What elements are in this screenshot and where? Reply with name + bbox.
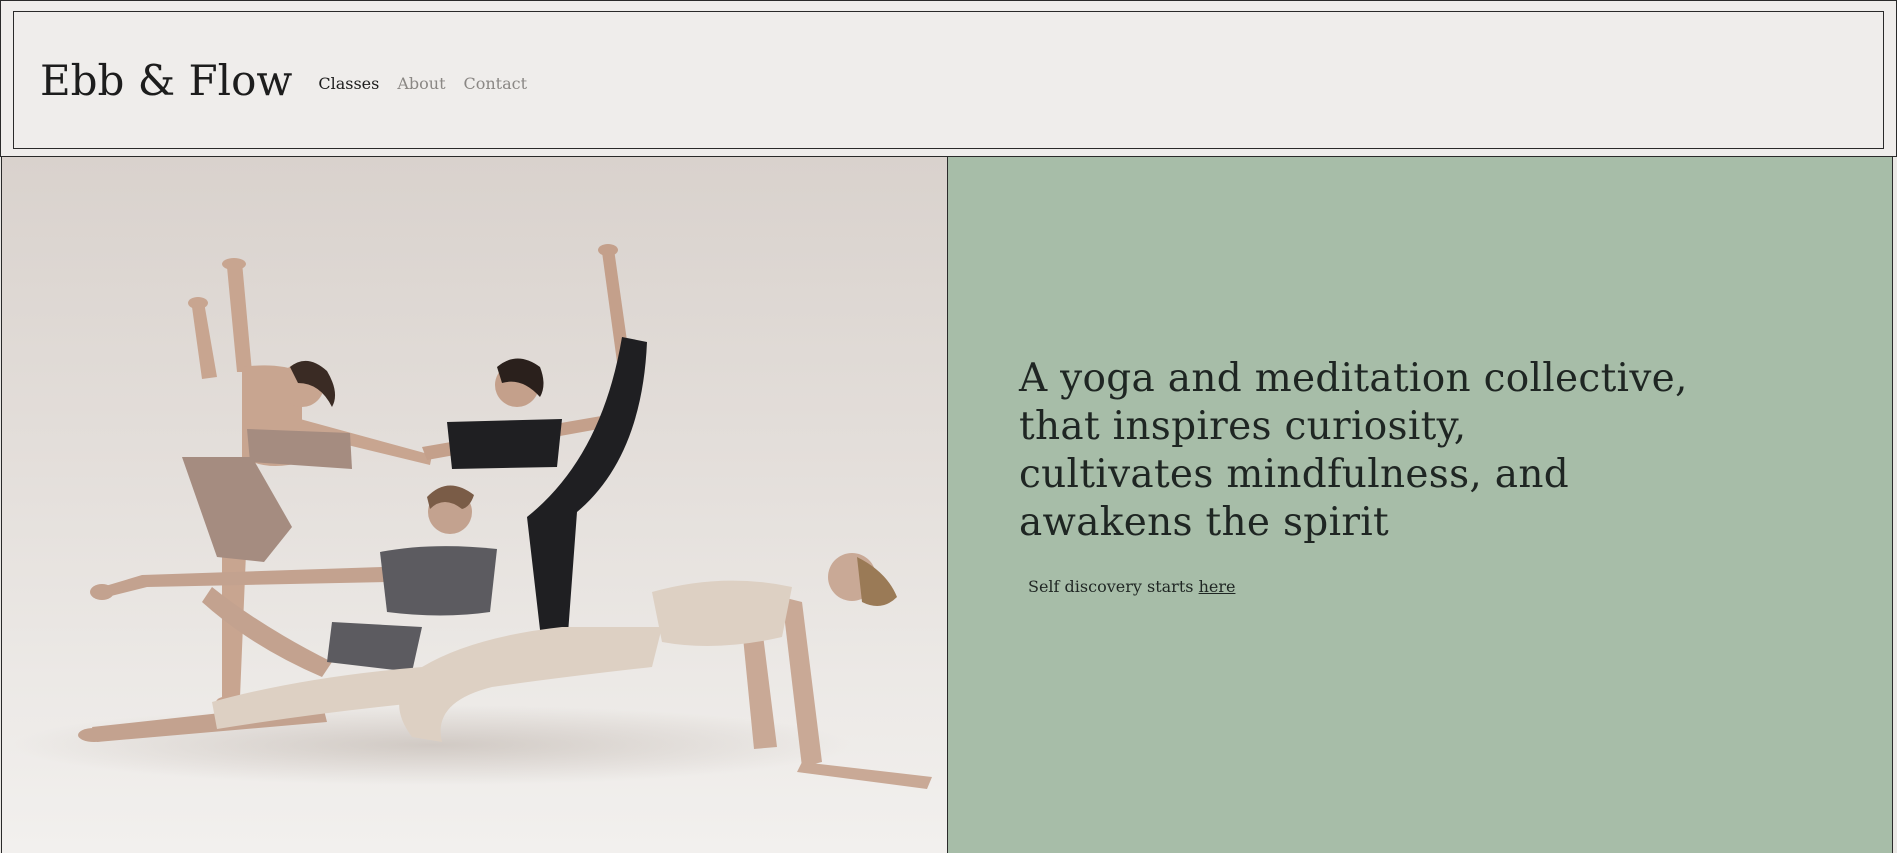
headline-line: A yoga and meditation collective, <box>1019 356 1688 401</box>
headline-line: that inspires curiosity, <box>1019 404 1467 449</box>
figure-kneeling-top <box>380 546 497 616</box>
main-nav: Classes About Contact <box>318 68 527 93</box>
cta-here-link[interactable]: here <box>1199 577 1236 596</box>
figure-backbend-top <box>652 580 792 646</box>
headline-line: awakens the spirit <box>1019 500 1390 545</box>
hero-cta: Self discovery starts here <box>1028 577 1235 596</box>
nav-link-classes[interactable]: Classes <box>318 74 379 93</box>
hero-headline: A yoga and meditation collective, that i… <box>1019 355 1719 547</box>
nav-link-contact[interactable]: Contact <box>464 74 528 93</box>
figure-center-top <box>447 419 562 469</box>
hero-text-panel: A yoga and meditation collective, that i… <box>948 157 1893 853</box>
page: Ebb & Flow Classes About Contact A yoga … <box>0 0 1897 853</box>
hero-image <box>1 157 948 853</box>
figure-kneeling-shorts <box>327 622 422 672</box>
header-frame: Ebb & Flow Classes About Contact <box>13 11 1884 149</box>
nav-link-about[interactable]: About <box>397 74 445 93</box>
yoga-group-photo <box>12 244 932 789</box>
site-header: Ebb & Flow Classes About Contact <box>0 0 1897 157</box>
cta-text: Self discovery starts <box>1028 577 1194 596</box>
headline-line: cultivates mindfulness, and <box>1019 452 1570 497</box>
figure-center-leggings <box>527 337 647 647</box>
figure-left-shorts <box>182 457 292 562</box>
site-logo[interactable]: Ebb & Flow <box>40 56 292 105</box>
